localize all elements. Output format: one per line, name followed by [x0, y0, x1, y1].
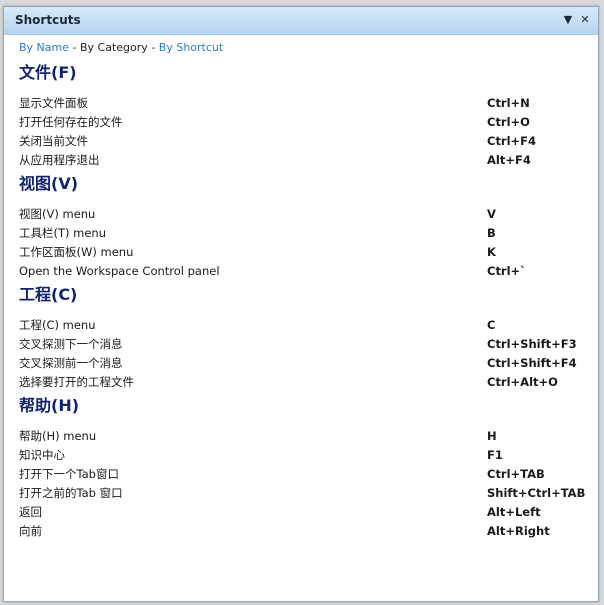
shortcut-key: Alt+Left	[487, 505, 541, 519]
shortcut-description: 工作区面板(W) menu	[19, 245, 134, 259]
shortcut-row: 视图(V) menu V	[19, 205, 579, 224]
shortcut-key: Alt+Right	[487, 524, 550, 538]
shortcut-list: 文件(F) 显示文件面板 Ctrl+N 打开任何存在的文件 Ctrl+O 关闭当前文…	[19, 63, 585, 541]
shortcut-key: B	[487, 226, 496, 240]
shortcut-description: 关闭当前文件	[19, 134, 88, 148]
shortcut-row: 从应用程序退出 Alt+F4	[19, 151, 579, 170]
section-view: 视图(V) 视图(V) menu V 工具栏(T) menu B 工作区面板(W) …	[19, 174, 579, 281]
shortcut-row: 关闭当前文件 Ctrl+F4	[19, 132, 579, 151]
shortcut-key: Ctrl+Shift+F3	[487, 337, 577, 351]
close-icon[interactable]: ✕	[578, 12, 592, 28]
shortcut-row: 交叉探测前一个消息 Ctrl+Shift+F4	[19, 354, 579, 373]
shortcut-row: 工具栏(T) menu B	[19, 224, 579, 243]
shortcut-row: 打开下一个Tab窗口 Ctrl+TAB	[19, 465, 579, 484]
shortcut-key: V	[487, 207, 496, 221]
shortcut-row: 工作区面板(W) menu K	[19, 243, 579, 262]
shortcut-key: Ctrl+Alt+O	[487, 375, 558, 389]
shortcut-row: 工程(C) menu C	[19, 316, 579, 335]
shortcut-key: K	[487, 245, 496, 259]
dropdown-arrow-icon[interactable]: ▼	[561, 12, 575, 28]
shortcut-description: 工具栏(T) menu	[19, 226, 107, 240]
section-title: 工程(C)	[19, 285, 78, 304]
section-help: 帮助(H) 帮助(H) menu H 知识中心 F1 打开下一个Tab窗口 Ctrl+…	[19, 396, 585, 541]
shortcut-key: H	[487, 429, 497, 443]
shortcut-description: 视图(V) menu	[19, 207, 96, 221]
shortcut-key: Ctrl+F4	[487, 134, 537, 148]
shortcut-description: 工程(C) menu	[19, 318, 96, 332]
shortcut-description: 打开下一个Tab窗口	[19, 467, 119, 481]
panel-titlebar[interactable]: Shortcuts ▼ ✕	[4, 7, 598, 35]
shortcut-row: 向前 Alt+Right	[19, 522, 579, 541]
nav-separator: -	[151, 41, 156, 54]
section-project: 工程(C) 工程(C) menu C 交叉探测下一个消息 Ctrl+Shift+F3…	[19, 285, 579, 392]
shortcut-description: 向前	[19, 524, 42, 538]
shortcut-row: 交叉探测下一个消息 Ctrl+Shift+F3	[19, 335, 579, 354]
nav-separator: -	[72, 41, 77, 54]
shortcut-row: Open the Workspace Control panel Ctrl+`	[19, 262, 579, 281]
shortcut-description: 返回	[19, 505, 42, 519]
shortcut-key: F1	[487, 448, 503, 462]
shortcut-row: 选择要打开的工程文件 Ctrl+Alt+O	[19, 373, 579, 392]
panel-title: Shortcuts	[15, 13, 81, 27]
sort-mode-nav: By Name - By Category - By Shortcut	[19, 41, 223, 54]
shortcut-description: 交叉探测前一个消息	[19, 356, 123, 370]
shortcut-key: Ctrl+`	[487, 264, 526, 278]
shortcut-key: Shift+Ctrl+TAB	[487, 486, 586, 500]
shortcut-description: 知识中心	[19, 448, 65, 462]
shortcut-description: 打开之前的Tab 窗口	[19, 486, 123, 500]
shortcut-description: 打开任何存在的文件	[19, 115, 123, 129]
shortcut-description: 交叉探测下一个消息	[19, 337, 123, 351]
shortcut-description: 显示文件面板	[19, 96, 88, 110]
shortcut-row: 知识中心 F1	[19, 446, 579, 465]
shortcut-key: Alt+F4	[487, 153, 531, 167]
section-title: 视图(V)	[19, 174, 79, 193]
shortcut-key: C	[487, 318, 496, 332]
shortcut-description: 从应用程序退出	[19, 153, 100, 167]
shortcut-row: 帮助(H) menu H	[19, 427, 579, 446]
shortcut-description: 帮助(H) menu	[19, 429, 97, 443]
shortcut-row: 显示文件面板 Ctrl+N	[19, 94, 579, 113]
shortcut-description: 选择要打开的工程文件	[19, 375, 134, 389]
section-title: 帮助(H)	[19, 396, 80, 415]
shortcut-key: Ctrl+N	[487, 96, 530, 110]
shortcut-row: 打开任何存在的文件 Ctrl+O	[19, 113, 579, 132]
section-title: 文件(F)	[19, 63, 77, 82]
shortcut-key: Ctrl+TAB	[487, 467, 545, 481]
shortcut-key: Ctrl+Shift+F4	[487, 356, 577, 370]
shortcut-row: 返回 Alt+Left	[19, 503, 579, 522]
shortcut-description: Open the Workspace Control panel	[19, 264, 220, 278]
by-category-label: By Category	[80, 41, 148, 54]
shortcut-row: 打开之前的Tab 窗口 Shift+Ctrl+TAB	[19, 484, 585, 503]
by-name-link[interactable]: By Name	[19, 41, 69, 54]
by-shortcut-link[interactable]: By Shortcut	[159, 41, 223, 54]
section-file: 文件(F) 显示文件面板 Ctrl+N 打开任何存在的文件 Ctrl+O 关闭当前文…	[19, 63, 579, 170]
shortcuts-panel: Shortcuts ▼ ✕ By Name - By Category - By…	[3, 6, 599, 602]
shortcut-key: Ctrl+O	[487, 115, 530, 129]
